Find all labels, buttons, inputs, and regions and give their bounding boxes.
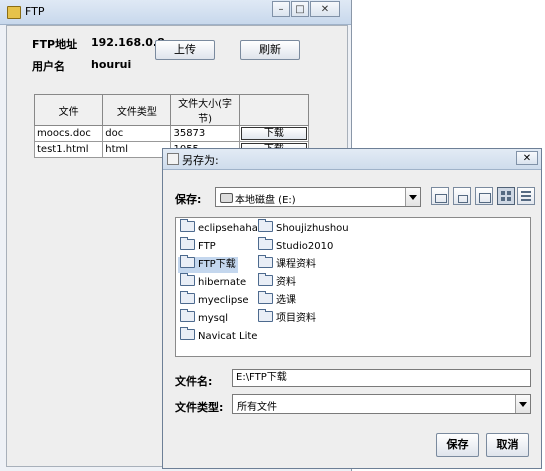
drive-icon — [220, 193, 233, 203]
save-button[interactable]: 保存 — [436, 433, 479, 457]
folder-name: 资料 — [276, 277, 296, 288]
action-cell: 下载 — [238, 125, 310, 142]
folder-icon — [180, 327, 195, 340]
details-view-icon-part — [521, 195, 531, 197]
new-folder-button[interactable] — [475, 187, 493, 205]
folder-item[interactable]: Navicat Lite — [178, 327, 258, 345]
filetype-dropdown[interactable]: 所有文件 — [232, 394, 531, 414]
home-button[interactable] — [453, 187, 471, 205]
folder-item[interactable]: FTP — [178, 237, 216, 255]
username-value: hourui — [91, 58, 132, 71]
folder-icon — [180, 291, 195, 304]
table-row[interactable]: moocs.doc doc 35873 下载 — [33, 125, 310, 142]
new-folder-icon — [479, 193, 491, 203]
details-view-icon-part — [521, 199, 531, 201]
chevron-down-icon[interactable] — [515, 395, 530, 413]
folder-name: 课程资料 — [276, 259, 316, 270]
filetype-label: 文件类型: — [175, 401, 224, 414]
refresh-button[interactable]: 刷新 — [240, 40, 300, 60]
folder-item[interactable]: myeclipse — [178, 291, 249, 309]
filetype-value: 所有文件 — [237, 402, 277, 413]
download-button[interactable]: 下载 — [240, 127, 307, 140]
folder-name: FTP下载 — [198, 259, 236, 270]
folder-icon — [258, 255, 273, 268]
folder-item[interactable]: mysql — [178, 309, 228, 327]
folder-app-icon — [7, 6, 21, 19]
folder-icon — [258, 309, 273, 322]
folder-item[interactable]: Shoujizhushou — [256, 219, 349, 237]
folder-item[interactable]: 课程资料 — [256, 255, 316, 273]
save-in-dropdown[interactable]: 本地磁盘 (E:) — [215, 187, 421, 207]
column-header-size[interactable]: 文件大小(字节) — [170, 94, 240, 126]
column-header-action — [238, 94, 310, 126]
folder-item[interactable]: 选课 — [256, 291, 296, 309]
up-one-level-button[interactable] — [431, 187, 449, 205]
minimize-button[interactable]: – — [272, 1, 290, 17]
dialog-title-bar: 另存为: ✕ — [163, 149, 541, 170]
cancel-button[interactable]: 取消 — [486, 433, 529, 457]
file-type-cell[interactable]: html — [102, 141, 172, 158]
folder-up-icon — [435, 194, 447, 203]
list-view-icon-part — [507, 197, 511, 201]
folder-icon — [180, 255, 195, 268]
folder-item[interactable]: eclipsehaha — [178, 219, 258, 237]
dialog-title: 另存为: — [182, 154, 219, 167]
folder-name: myeclipse — [198, 295, 249, 306]
save-in-value: 本地磁盘 (E:) — [235, 195, 296, 206]
folder-icon — [180, 309, 195, 322]
column-header-type[interactable]: 文件类型 — [102, 94, 172, 126]
upload-button[interactable]: 上传 — [155, 40, 215, 60]
home-icon — [458, 195, 468, 203]
list-view-button[interactable] — [497, 187, 515, 205]
details-view-button[interactable] — [517, 187, 535, 205]
ftp-title-bar: FTP – □ ✕ — [0, 0, 351, 25]
folder-item-selected[interactable]: FTP下载 — [178, 255, 238, 273]
folder-name: mysql — [198, 313, 228, 324]
folder-icon — [180, 273, 195, 286]
list-view-icon-part — [501, 197, 505, 201]
maximize-button[interactable]: □ — [291, 1, 309, 17]
folder-icon — [258, 219, 273, 232]
folder-icon — [180, 237, 195, 250]
username-label: 用户名 — [32, 60, 65, 73]
column-header-file[interactable]: 文件 — [33, 94, 104, 126]
folder-icon — [258, 291, 273, 304]
folder-icon — [258, 273, 273, 286]
folder-name: Shoujizhushou — [276, 223, 349, 234]
folder-name: Studio2010 — [276, 241, 334, 252]
folder-item[interactable]: 资料 — [256, 273, 296, 291]
file-name-cell[interactable]: moocs.doc — [33, 125, 104, 142]
close-button[interactable]: ✕ — [310, 1, 340, 17]
list-view-icon-part — [507, 191, 511, 195]
folder-name: eclipsehaha — [198, 223, 258, 234]
dialog-close-button[interactable]: ✕ — [516, 151, 538, 165]
folder-item[interactable]: hibernate — [178, 273, 247, 291]
save-in-label: 保存: — [175, 193, 202, 206]
details-view-icon — [521, 191, 531, 193]
folder-name: 项目资料 — [276, 313, 316, 324]
ftp-address-label: FTP地址 — [32, 38, 78, 51]
folder-name: hibernate — [198, 277, 247, 288]
dialog-window-icon — [167, 153, 179, 165]
folder-item[interactable]: Studio2010 — [256, 237, 334, 255]
filename-input[interactable]: E:\FTP下载 — [232, 369, 531, 387]
list-view-icon — [501, 191, 505, 195]
folder-item[interactable]: 项目资料 — [256, 309, 316, 327]
file-name-cell[interactable]: test1.html — [33, 141, 104, 158]
save-as-dialog: 另存为: ✕ 保存: 本地磁盘 (E:) eclipsehaha FTP FTP… — [162, 148, 542, 469]
folder-name: Navicat Lite — [198, 331, 258, 342]
chevron-down-icon[interactable] — [405, 188, 420, 206]
window-title: FTP — [25, 5, 45, 18]
folder-icon — [180, 219, 195, 232]
file-size-cell[interactable]: 35873 — [170, 125, 240, 142]
folder-name: 选课 — [276, 295, 296, 306]
file-type-cell[interactable]: doc — [102, 125, 172, 142]
folder-icon — [258, 237, 273, 250]
ftp-address-value: 192.168.0.8 — [91, 36, 165, 49]
file-list-pane[interactable]: eclipsehaha FTP FTP下载 hibernate myeclips… — [175, 217, 531, 357]
folder-name: FTP — [198, 241, 216, 252]
filename-label: 文件名: — [175, 375, 213, 388]
